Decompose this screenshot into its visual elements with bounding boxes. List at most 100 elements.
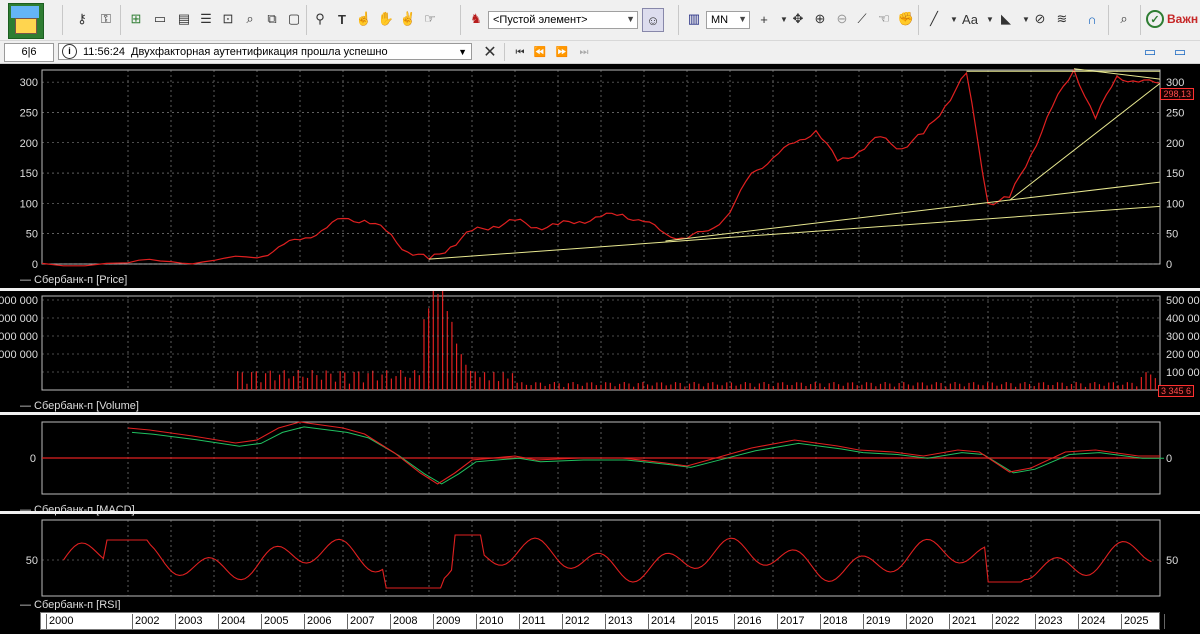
window-copy-icon[interactable]: ⧉ xyxy=(262,8,282,30)
panel-divider[interactable] xyxy=(0,412,1200,415)
crosshair-icon[interactable]: + xyxy=(754,8,774,30)
year-label: 2007 xyxy=(347,614,374,629)
text-tool-icon[interactable]: T xyxy=(332,8,352,30)
year-label: 2020 xyxy=(906,614,933,629)
year-axis-bar[interactable]: 2000 2002 2003 2004 2005 2006 2007 2008 2009 2010… xyxy=(40,612,1191,630)
add-window-icon[interactable]: ⊞ xyxy=(126,8,146,30)
toolbar-separator xyxy=(460,5,461,35)
price-axis-label-left: 150 xyxy=(20,168,38,180)
macd-legend: — Сбербанк-п [MACD] xyxy=(20,504,135,516)
chart-svg[interactable]: 0 050 50100 100150 150200 200250 250300 300— Сб… xyxy=(0,64,1200,634)
volume-axis-label-right: 500 000 xyxy=(1166,295,1200,307)
hand-grab-icon[interactable]: ✊ xyxy=(896,8,916,30)
table-window-icon[interactable]: ▤ xyxy=(174,8,194,30)
panel-divider[interactable] xyxy=(0,511,1200,514)
price-legend: — Сбербанк-п [Price] xyxy=(20,274,127,286)
macd-axis-label: 0 xyxy=(30,453,36,465)
rsi-axis-label: 50 xyxy=(1166,555,1178,567)
macd-axis-label: 0 xyxy=(1166,453,1172,465)
toolbar-separator xyxy=(120,5,121,35)
search-icon[interactable]: ⌕ xyxy=(1114,8,1134,30)
toolbar-separator xyxy=(918,5,919,35)
trend-line xyxy=(1009,82,1161,201)
toolbar-separator xyxy=(1108,5,1109,35)
hand-two-icon[interactable]: ✋ xyxy=(376,8,396,30)
shape-tool-icon[interactable]: ◣ xyxy=(996,8,1016,30)
bar-chart-icon[interactable]: ▥ xyxy=(684,8,704,30)
zoom-in-icon[interactable]: ⊕ xyxy=(810,8,830,30)
element-select-value: <Пустой элемент> xyxy=(493,14,588,26)
toolbar-separator xyxy=(1140,5,1141,35)
hand-icon[interactable]: ☝ xyxy=(354,8,374,30)
year-label: 2002 xyxy=(132,614,159,629)
year-label: 2008 xyxy=(390,614,417,629)
ruler-icon[interactable]: ⟋ xyxy=(852,8,872,30)
panel-divider[interactable] xyxy=(0,288,1200,291)
chart-window-icon[interactable]: ▭ xyxy=(150,8,170,30)
volume-last-badge: 3 345 6 xyxy=(1157,385,1194,397)
price-axis-label-left: 0 xyxy=(32,259,38,271)
year-label: 2023 xyxy=(1035,614,1062,629)
status-bar: 6|6 i 11:56:24 Двухфакторная аутентифика… xyxy=(0,41,1200,64)
font-button[interactable]: Aa xyxy=(960,8,980,30)
macd-signal-line xyxy=(131,426,1164,485)
year-label: 2000 xyxy=(46,614,73,629)
first-icon[interactable]: ⏮ xyxy=(510,41,530,63)
volume-axis-label-left: 000 000 xyxy=(0,349,38,361)
rsi-axis-label: 50 xyxy=(26,555,38,567)
year-label: 2024 xyxy=(1078,614,1105,629)
year-label: 2017 xyxy=(777,614,804,629)
year-label: 2005 xyxy=(261,614,288,629)
element-icon[interactable]: ♞ xyxy=(466,8,486,30)
user-icon[interactable]: ☺ xyxy=(642,8,664,32)
magnet-icon[interactable]: ∩ xyxy=(1082,8,1102,30)
volume-axis-label-right: 400 000 xyxy=(1166,313,1200,325)
element-select[interactable]: <Пустой элемент> ▼ xyxy=(488,11,638,29)
timeframe-select[interactable]: MN ▼ xyxy=(706,11,750,29)
year-label: 2021 xyxy=(949,614,976,629)
year-label: 2018 xyxy=(820,614,847,629)
message-text: Двухфакторная аутентификация прошла успе… xyxy=(131,45,388,58)
move-icon[interactable]: ✥ xyxy=(788,8,808,30)
year-label: 2025 xyxy=(1121,614,1148,629)
year-label: 2022 xyxy=(992,614,1019,629)
alert-icon[interactable]: ⚲ xyxy=(310,8,330,30)
portfolio-icon[interactable]: ⊡ xyxy=(218,8,238,30)
hand-pan-icon[interactable]: ☜ xyxy=(874,8,894,30)
messages-icon[interactable]: ▭ xyxy=(1170,41,1190,63)
chart-area[interactable]: 0 0 50 50 100 100 150 150 200 200 250 250 300 300— Сб… xyxy=(0,64,1200,634)
trend-line xyxy=(428,205,1161,260)
app-logo[interactable] xyxy=(8,3,44,39)
chat-icon[interactable]: ▭ xyxy=(1140,41,1160,63)
window-counter: 6|6 xyxy=(4,43,54,62)
year-label: 2003 xyxy=(175,614,202,629)
hands-icon[interactable]: ✌ xyxy=(398,8,418,30)
close-icon[interactable]: ✕ xyxy=(480,41,500,63)
last-icon[interactable]: ⏭ xyxy=(574,41,594,63)
message-box[interactable]: i 11:56:24 Двухфакторная аутентификация … xyxy=(58,43,472,60)
hide-drawings-icon[interactable]: ⊘ xyxy=(1030,8,1050,30)
line-tool-icon[interactable]: ╱ xyxy=(924,8,944,30)
message-time: 11:56:24 xyxy=(83,45,126,58)
price-axis-label-left: 200 xyxy=(20,138,38,150)
price-axis-label-right: 100 xyxy=(1166,198,1184,210)
search-window-icon[interactable]: ⌕ xyxy=(240,8,260,30)
year-label: 2015 xyxy=(691,614,718,629)
year-label: 2016 xyxy=(734,614,761,629)
previous-icon[interactable]: ⏪ xyxy=(530,41,550,63)
year-label: 2014 xyxy=(648,614,675,629)
zoom-out-icon[interactable]: ⊖ xyxy=(832,8,852,30)
layers-icon[interactable]: ≋ xyxy=(1052,8,1072,30)
year-label: 2006 xyxy=(304,614,331,629)
price-axis-label-left: 250 xyxy=(20,107,38,119)
price-axis-label-right: 150 xyxy=(1166,168,1184,180)
keys-icon[interactable]: ⚿ xyxy=(96,8,116,30)
key-icon[interactable]: ⚷ xyxy=(72,8,92,30)
list-window-icon[interactable]: ☰ xyxy=(196,8,216,30)
price-axis-label-left: 300 xyxy=(20,77,38,89)
main-toolbar: ⚷ ⚿ ⊞ ▭ ▤ ☰ ⊡ ⌕ ⧉ ▢ ⚲ T ☝ ✋ ✌ ☞ ♞ <Пусто… xyxy=(0,0,1200,41)
important-button[interactable]: ✓ Важн xyxy=(1146,6,1200,32)
hand-pointer-icon[interactable]: ☞ xyxy=(420,8,440,30)
next-icon[interactable]: ⏩ xyxy=(552,41,572,63)
window-layout-icon[interactable]: ▢ xyxy=(284,8,304,30)
